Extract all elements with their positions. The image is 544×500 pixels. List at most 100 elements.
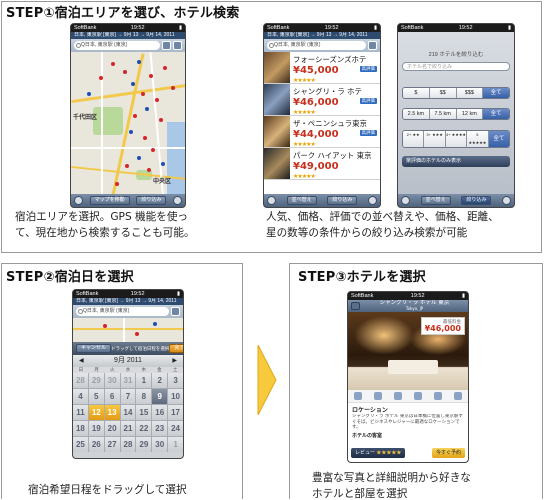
- info-icon[interactable]: [368, 196, 377, 205]
- calendar-day[interactable]: 28: [120, 437, 136, 452]
- hotel-pin[interactable]: [155, 98, 159, 102]
- hotel-pin[interactable]: [129, 130, 133, 134]
- hotel-pin[interactable]: [143, 136, 147, 140]
- calendar-day[interactable]: 20: [104, 421, 120, 436]
- info-icon[interactable]: [502, 196, 511, 205]
- calendar-day[interactable]: 9: [152, 389, 168, 404]
- price-option[interactable]: $: [403, 88, 430, 98]
- search-input[interactable]: Q日本, 東京駅 (東京): [267, 41, 366, 50]
- hotel-name-filter-input[interactable]: ホテル名で絞り込み: [402, 62, 510, 71]
- prev-month-icon[interactable]: ◀: [79, 355, 84, 367]
- next-month-icon[interactable]: ▶: [172, 355, 177, 367]
- hotel-pin[interactable]: [133, 114, 137, 118]
- calendar-day[interactable]: 25: [73, 437, 88, 452]
- search-input[interactable]: Q日本, 東京駅 (東京): [74, 41, 160, 50]
- sort-button[interactable]: 並べ替え: [420, 196, 451, 205]
- hotel-pin[interactable]: [115, 182, 119, 186]
- hotel-pin[interactable]: [141, 92, 145, 96]
- sort-button[interactable]: 並べ替え: [286, 196, 317, 205]
- calendar-day[interactable]: 7: [120, 389, 136, 404]
- price-option[interactable]: 全て: [483, 88, 509, 98]
- calendar-day[interactable]: 18: [73, 421, 88, 436]
- calendar-day[interactable]: 10: [168, 389, 183, 404]
- hotel-pin[interactable]: [163, 66, 167, 70]
- hotel-pin[interactable]: [171, 86, 175, 90]
- move-map-button[interactable]: マップを移動: [89, 196, 130, 205]
- hotel-pin[interactable]: [137, 60, 141, 64]
- calendar-day[interactable]: 13: [104, 405, 120, 420]
- hotel-photo[interactable]: 最低料金 ¥46,000: [348, 312, 468, 390]
- hotel-pin[interactable]: [147, 168, 151, 172]
- review-button[interactable]: レビュー ★★★★★: [351, 448, 406, 458]
- back-icon[interactable]: [351, 302, 360, 310]
- calendar-day[interactable]: 29: [136, 437, 152, 452]
- hotel-pin[interactable]: [111, 62, 115, 66]
- distance-option[interactable]: 全て: [483, 109, 509, 119]
- calendar-day[interactable]: 2: [152, 373, 168, 388]
- list-icon[interactable]: [171, 307, 180, 316]
- info-icon[interactable]: [173, 196, 182, 205]
- list-icon[interactable]: [162, 41, 171, 50]
- calendar-day[interactable]: 14: [120, 405, 136, 420]
- filter-button[interactable]: 絞り込み: [461, 196, 492, 205]
- cancel-button[interactable]: キャンセル: [76, 344, 112, 353]
- hotel-pin[interactable]: [159, 118, 163, 122]
- date-range-bar[interactable]: 日本, 東京駅 [東京] → 9月 13 → 9月 14, 2011: [71, 32, 185, 39]
- hotel-pin[interactable]: [149, 74, 153, 78]
- calendar-day[interactable]: 4: [73, 389, 88, 404]
- hotel-pin[interactable]: [103, 324, 107, 328]
- hotel-pin[interactable]: [145, 107, 149, 111]
- calendar-day[interactable]: 3: [168, 373, 183, 388]
- date-range-bar[interactable]: 日本, 東京駅 [東京] → 9月 13 → 9月 14, 2011: [73, 298, 183, 305]
- price-option[interactable]: $$: [429, 88, 457, 98]
- map-view[interactable]: 千代田区 中央区: [71, 52, 185, 194]
- hotel-pin[interactable]: [137, 156, 141, 160]
- calendar-day[interactable]: 8: [136, 389, 152, 404]
- hotel-pin[interactable]: [153, 322, 157, 326]
- calendar-day[interactable]: 6: [104, 389, 120, 404]
- list-item[interactable]: シャングリ・ラ ホテ ¥46,000 ★★★★★ 高評価: [264, 84, 380, 116]
- calendar-day[interactable]: 31: [120, 373, 136, 388]
- star-option[interactable]: 2+ ★★: [403, 131, 425, 147]
- list-item[interactable]: ザ・ペニンシュラ東京 ¥44,000 ★★★★★ 高評価: [264, 116, 380, 148]
- star-option[interactable]: 4+ ★★★★: [445, 131, 468, 147]
- calendar-day[interactable]: 11: [73, 405, 88, 420]
- locate-icon[interactable]: [74, 196, 83, 205]
- star-option[interactable]: 3+ ★★★: [424, 131, 446, 147]
- hotel-pin[interactable]: [161, 162, 165, 166]
- star-option[interactable]: 5 ★★★★★: [467, 131, 489, 147]
- map-icon[interactable]: [368, 41, 377, 50]
- distance-option[interactable]: 12 km: [456, 109, 484, 119]
- distance-option[interactable]: 2.5 km: [403, 109, 430, 119]
- hotel-pin[interactable]: [99, 76, 103, 80]
- locate-icon[interactable]: [401, 196, 410, 205]
- calendar-day[interactable]: 12: [88, 405, 104, 420]
- filter-button[interactable]: 絞り込み: [136, 196, 167, 205]
- calendar-day[interactable]: 24: [168, 421, 183, 436]
- calendar-day[interactable]: 21: [120, 421, 136, 436]
- calendar-day[interactable]: 26: [88, 437, 104, 452]
- calendar-day[interactable]: 15: [136, 405, 152, 420]
- price-option[interactable]: $$$: [456, 88, 484, 98]
- list-item[interactable]: パーク ハイアット 東京 ¥49,000 ★★★★★: [264, 148, 380, 180]
- hotel-pin[interactable]: [135, 332, 139, 336]
- calendar-day[interactable]: 29: [88, 373, 104, 388]
- calendar-day[interactable]: 23: [152, 421, 168, 436]
- distance-option[interactable]: 7.5 km: [429, 109, 457, 119]
- hotel-pin[interactable]: [151, 148, 155, 152]
- calendar-day[interactable]: 30: [104, 373, 120, 388]
- calendar-day[interactable]: 27: [104, 437, 120, 452]
- filter-button[interactable]: 絞り込み: [327, 196, 358, 205]
- calendar-day[interactable]: 28: [73, 373, 88, 388]
- calendar-day[interactable]: 1: [168, 437, 183, 452]
- calendar-day[interactable]: 17: [168, 405, 183, 420]
- calendar-day[interactable]: 1: [136, 373, 152, 388]
- list-item[interactable]: フォーシーズンズホテ ¥45,000 ★★★★★ 高評価: [264, 52, 380, 84]
- hotel-pin[interactable]: [125, 164, 129, 168]
- map-view[interactable]: [73, 318, 183, 342]
- calendar-day[interactable]: 19: [88, 421, 104, 436]
- star-option[interactable]: 全て: [488, 131, 509, 147]
- high-rated-only-button[interactable]: 楽評価のホテルのみ表示: [402, 156, 510, 167]
- hotel-pin[interactable]: [123, 70, 127, 74]
- locate-icon[interactable]: [267, 196, 276, 205]
